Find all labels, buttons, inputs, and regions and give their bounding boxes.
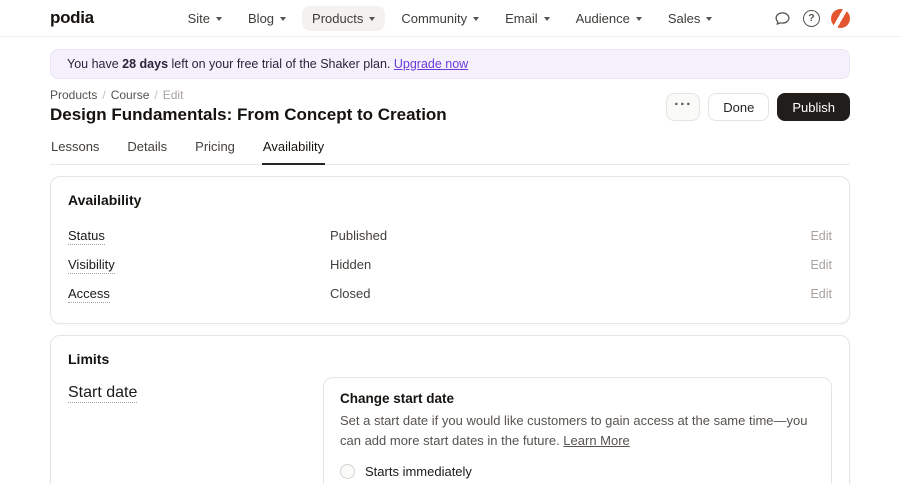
nav-item-sales[interactable]: Sales: [658, 6, 723, 31]
nav-item-community[interactable]: Community: [391, 6, 489, 31]
trial-days-remaining: 28 days: [122, 57, 169, 71]
nav-utilities: ?: [722, 8, 850, 28]
chevron-down-icon: [280, 16, 287, 21]
top-nav: podia Site Blog Products Community Email…: [0, 0, 900, 37]
nav-item-label: Community: [401, 10, 468, 26]
help-icon[interactable]: ?: [802, 9, 820, 27]
breadcrumb-products[interactable]: Products: [50, 88, 97, 102]
breadcrumb-course[interactable]: Course: [111, 88, 150, 102]
nav-item-label: Audience: [575, 10, 630, 26]
availability-rows: Status Published Edit Visibility Hidden …: [68, 221, 832, 308]
access-value: Closed: [330, 286, 371, 301]
access-label: Access: [68, 286, 110, 303]
nav-item-label: Blog: [248, 10, 275, 26]
chevron-down-icon: [635, 16, 642, 21]
learn-more-link[interactable]: Learn More: [563, 433, 629, 448]
chevron-down-icon: [473, 16, 480, 21]
page-header: Products / Course / Edit Design Fundamen…: [50, 88, 850, 125]
start-date-label: Start date: [68, 384, 138, 403]
change-start-date-panel: Change start date Set a start date if yo…: [323, 377, 832, 484]
more-options-button[interactable]: ···: [666, 93, 701, 121]
chevron-down-icon: [706, 16, 713, 21]
visibility-label: Visibility: [68, 257, 115, 274]
start-date-options: Starts immediately Starts on future date: [340, 464, 815, 484]
visibility-value: Hidden: [330, 257, 372, 272]
nav-item-blog[interactable]: Blog: [238, 6, 296, 31]
podia-logo[interactable]: podia: [50, 8, 178, 28]
nav-item-label: Sales: [667, 10, 701, 26]
primary-nav: Site Blog Products Community Email Audie…: [178, 5, 723, 31]
table-row-access: Access Closed Edit: [68, 279, 832, 308]
status-edit-link[interactable]: Edit: [810, 229, 832, 243]
start-date-description: Set a start date if you would like custo…: [340, 411, 815, 451]
availability-card: Availability Status Published Edit Visib…: [50, 176, 850, 324]
upgrade-now-link[interactable]: Upgrade now: [394, 57, 468, 71]
limits-heading: Limits: [68, 351, 110, 367]
table-row-visibility: Visibility Hidden Edit: [68, 250, 832, 279]
nav-item-site[interactable]: Site: [178, 6, 232, 31]
access-edit-link[interactable]: Edit: [810, 287, 832, 301]
trial-banner-text: You have: [67, 57, 123, 71]
radio-unselected-icon[interactable]: [340, 464, 355, 480]
tab-pricing[interactable]: Pricing: [194, 133, 236, 164]
breadcrumb-separator: /: [154, 88, 158, 102]
status-value: Published: [330, 228, 388, 243]
product-tabs: Lessons Details Pricing Availability: [50, 133, 850, 165]
tab-lessons[interactable]: Lessons: [50, 133, 100, 164]
breadcrumb-edit: Edit: [162, 88, 184, 102]
publish-button[interactable]: Publish: [777, 93, 850, 121]
start-date-row: Start date Change start date Set a start…: [68, 377, 832, 484]
radio-starts-immediately[interactable]: Starts immediately: [340, 464, 815, 480]
trial-banner: You have 28 days left on your free trial…: [50, 49, 850, 79]
status-label: Status: [68, 228, 105, 245]
nav-item-label: Email: [505, 10, 538, 26]
radio-label: Starts immediately: [365, 464, 472, 480]
chevron-down-icon: [369, 16, 376, 21]
limits-card: Limits Start date Change start date Set …: [50, 335, 850, 484]
account-avatar[interactable]: [830, 8, 850, 28]
nav-item-email[interactable]: Email: [495, 6, 560, 31]
chevron-down-icon: [216, 16, 223, 21]
header-actions: ··· Done Publish: [666, 93, 850, 121]
tab-availability[interactable]: Availability: [261, 133, 326, 165]
chat-icon[interactable]: [774, 9, 792, 27]
nav-item-products[interactable]: Products: [302, 5, 386, 31]
availability-heading: Availability: [68, 192, 142, 208]
visibility-edit-link[interactable]: Edit: [810, 258, 832, 272]
trial-banner-text: left on your free trial of the Shaker pl…: [168, 57, 394, 71]
nav-item-label: Products: [312, 10, 364, 26]
breadcrumb-separator: /: [102, 88, 106, 102]
chevron-down-icon: [543, 16, 550, 21]
done-button[interactable]: Done: [708, 93, 770, 121]
change-start-date-heading: Change start date: [340, 391, 455, 406]
tab-details[interactable]: Details: [126, 133, 168, 164]
nav-item-label: Site: [187, 10, 211, 26]
nav-item-audience[interactable]: Audience: [566, 6, 652, 31]
table-row-status: Status Published Edit: [68, 221, 832, 250]
